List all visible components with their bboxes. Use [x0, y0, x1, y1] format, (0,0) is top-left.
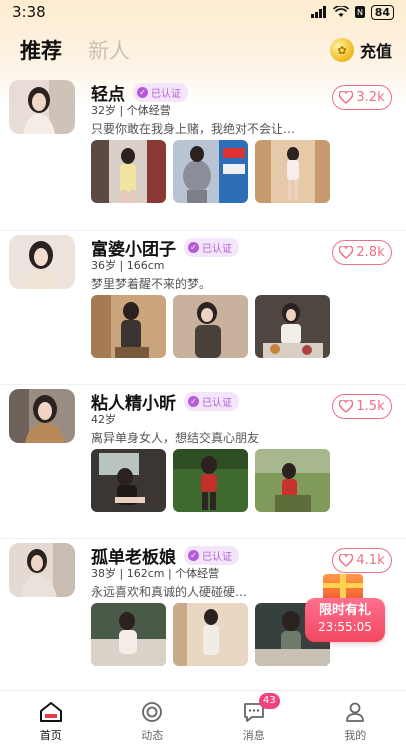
photo-thumbnail[interactable] — [255, 449, 330, 512]
nav-label: 消息 — [242, 729, 265, 742]
verified-label: 已认证 — [202, 398, 232, 409]
promo-countdown: 23:55:05 — [318, 620, 372, 634]
like-count: 4.1k — [356, 553, 385, 568]
user-meta: 36岁 | 166cm — [91, 259, 165, 272]
coin-icon: ✿ — [329, 38, 354, 62]
like-button[interactable]: 3.2k — [332, 85, 392, 110]
heart-icon — [339, 91, 354, 104]
nfc-icon: N — [354, 6, 365, 18]
user-bio: 离异单身女人，想结交真心朋友 — [91, 431, 260, 445]
moments-icon — [142, 702, 163, 722]
user-meta: 38岁 | 162cm | 个体经营 — [91, 567, 220, 580]
battery-level: 84 — [370, 4, 394, 20]
like-button[interactable]: 2.8k — [332, 240, 392, 265]
tab-recommend[interactable]: 推荐 — [20, 35, 62, 65]
tab-newcomers[interactable]: 新人 — [88, 35, 130, 65]
like-button[interactable]: 4.1k — [332, 548, 392, 573]
verified-badge: ✓ 已认证 — [184, 546, 239, 565]
recharge-button[interactable]: ✿ 充值 — [329, 38, 392, 62]
user-card[interactable]: 富婆小团子 ✓ 已认证 36岁 | 166cm 梦里梦着醒不来的梦。 2.8k — [0, 230, 406, 384]
verified-icon: ✓ — [137, 87, 148, 98]
status-icons: N 84 — [310, 4, 394, 20]
photo-thumbnail[interactable] — [255, 295, 330, 358]
avatar[interactable] — [9, 389, 75, 443]
photo-strip — [91, 140, 330, 203]
nav-moments[interactable]: 动态 — [102, 691, 204, 744]
nav-label: 动态 — [141, 729, 164, 742]
status-time: 3:38 — [12, 3, 46, 21]
promo-title: 限时有礼 — [318, 603, 371, 618]
profile-icon — [346, 702, 365, 722]
verified-label: 已认证 — [151, 89, 181, 100]
verified-label: 已认证 — [202, 552, 232, 563]
wifi-icon — [332, 6, 349, 18]
svg-text:N: N — [357, 8, 363, 17]
user-bio: 只要你敢在我身上赌，我绝对不会让… — [91, 122, 296, 136]
avatar[interactable] — [9, 80, 75, 134]
home-icon — [39, 702, 62, 722]
nav-profile[interactable]: 我的 — [305, 691, 406, 744]
heart-icon — [339, 400, 354, 413]
user-card[interactable]: 粘人精小昕 ✓ 已认证 42岁 离异单身女人，想结交真心朋友 1.5k — [0, 384, 406, 538]
nav-label: 我的 — [344, 729, 367, 742]
like-count: 1.5k — [356, 399, 385, 414]
nav-label: 首页 — [39, 729, 62, 742]
like-count: 3.2k — [356, 90, 385, 105]
bottom-nav: 首页 动态 43 消息 我的 — [0, 690, 406, 744]
photo-strip — [91, 603, 330, 666]
photo-thumbnail[interactable] — [91, 140, 166, 203]
photo-thumbnail[interactable] — [91, 295, 166, 358]
photo-strip — [91, 295, 330, 358]
avatar[interactable] — [9, 235, 75, 289]
nav-home[interactable]: 首页 — [0, 691, 102, 744]
like-count: 2.8k — [356, 245, 385, 260]
user-card[interactable]: 轻点 ✓ 已认证 32岁 | 个体经营 只要你敢在我身上赌，我绝对不会让… 3.2… — [0, 76, 406, 230]
avatar[interactable] — [9, 543, 75, 597]
photo-strip — [91, 449, 330, 512]
user-bio: 永远喜欢和真诚的人硬碰硬… — [91, 585, 248, 599]
photo-thumbnail[interactable] — [91, 603, 166, 666]
verified-badge: ✓ 已认证 — [184, 238, 239, 257]
verified-label: 已认证 — [202, 244, 232, 255]
verified-badge: ✓ 已认证 — [133, 83, 188, 102]
unread-badge: 43 — [259, 693, 280, 709]
heart-icon — [339, 554, 354, 567]
verified-badge: ✓ 已认证 — [184, 392, 239, 411]
verified-icon: ✓ — [188, 242, 199, 253]
user-meta: 42岁 — [91, 413, 116, 426]
verified-icon: ✓ — [188, 396, 199, 407]
signal-icon — [310, 6, 327, 18]
photo-thumbnail[interactable] — [91, 449, 166, 512]
nav-messages[interactable]: 43 消息 — [203, 691, 305, 744]
like-button[interactable]: 1.5k — [332, 394, 392, 419]
user-meta: 32岁 | 个体经营 — [91, 104, 171, 117]
verified-icon: ✓ — [188, 550, 199, 561]
photo-thumbnail[interactable] — [173, 295, 248, 358]
photo-thumbnail[interactable] — [173, 449, 248, 512]
top-header: 推荐 新人 ✿ 充值 — [0, 32, 406, 68]
status-bar: 3:38 N 84 — [0, 0, 406, 24]
recharge-label: 充值 — [359, 42, 392, 61]
promo-panel: 限时有礼 23:55:05 — [305, 598, 385, 642]
heart-icon — [339, 246, 354, 259]
photo-thumbnail[interactable] — [255, 140, 330, 203]
photo-thumbnail[interactable] — [173, 140, 248, 203]
limited-time-gift-promo[interactable]: 限时有礼 23:55:05 — [305, 574, 385, 646]
user-bio: 梦里梦着醒不来的梦。 — [91, 277, 212, 291]
photo-thumbnail[interactable] — [173, 603, 248, 666]
